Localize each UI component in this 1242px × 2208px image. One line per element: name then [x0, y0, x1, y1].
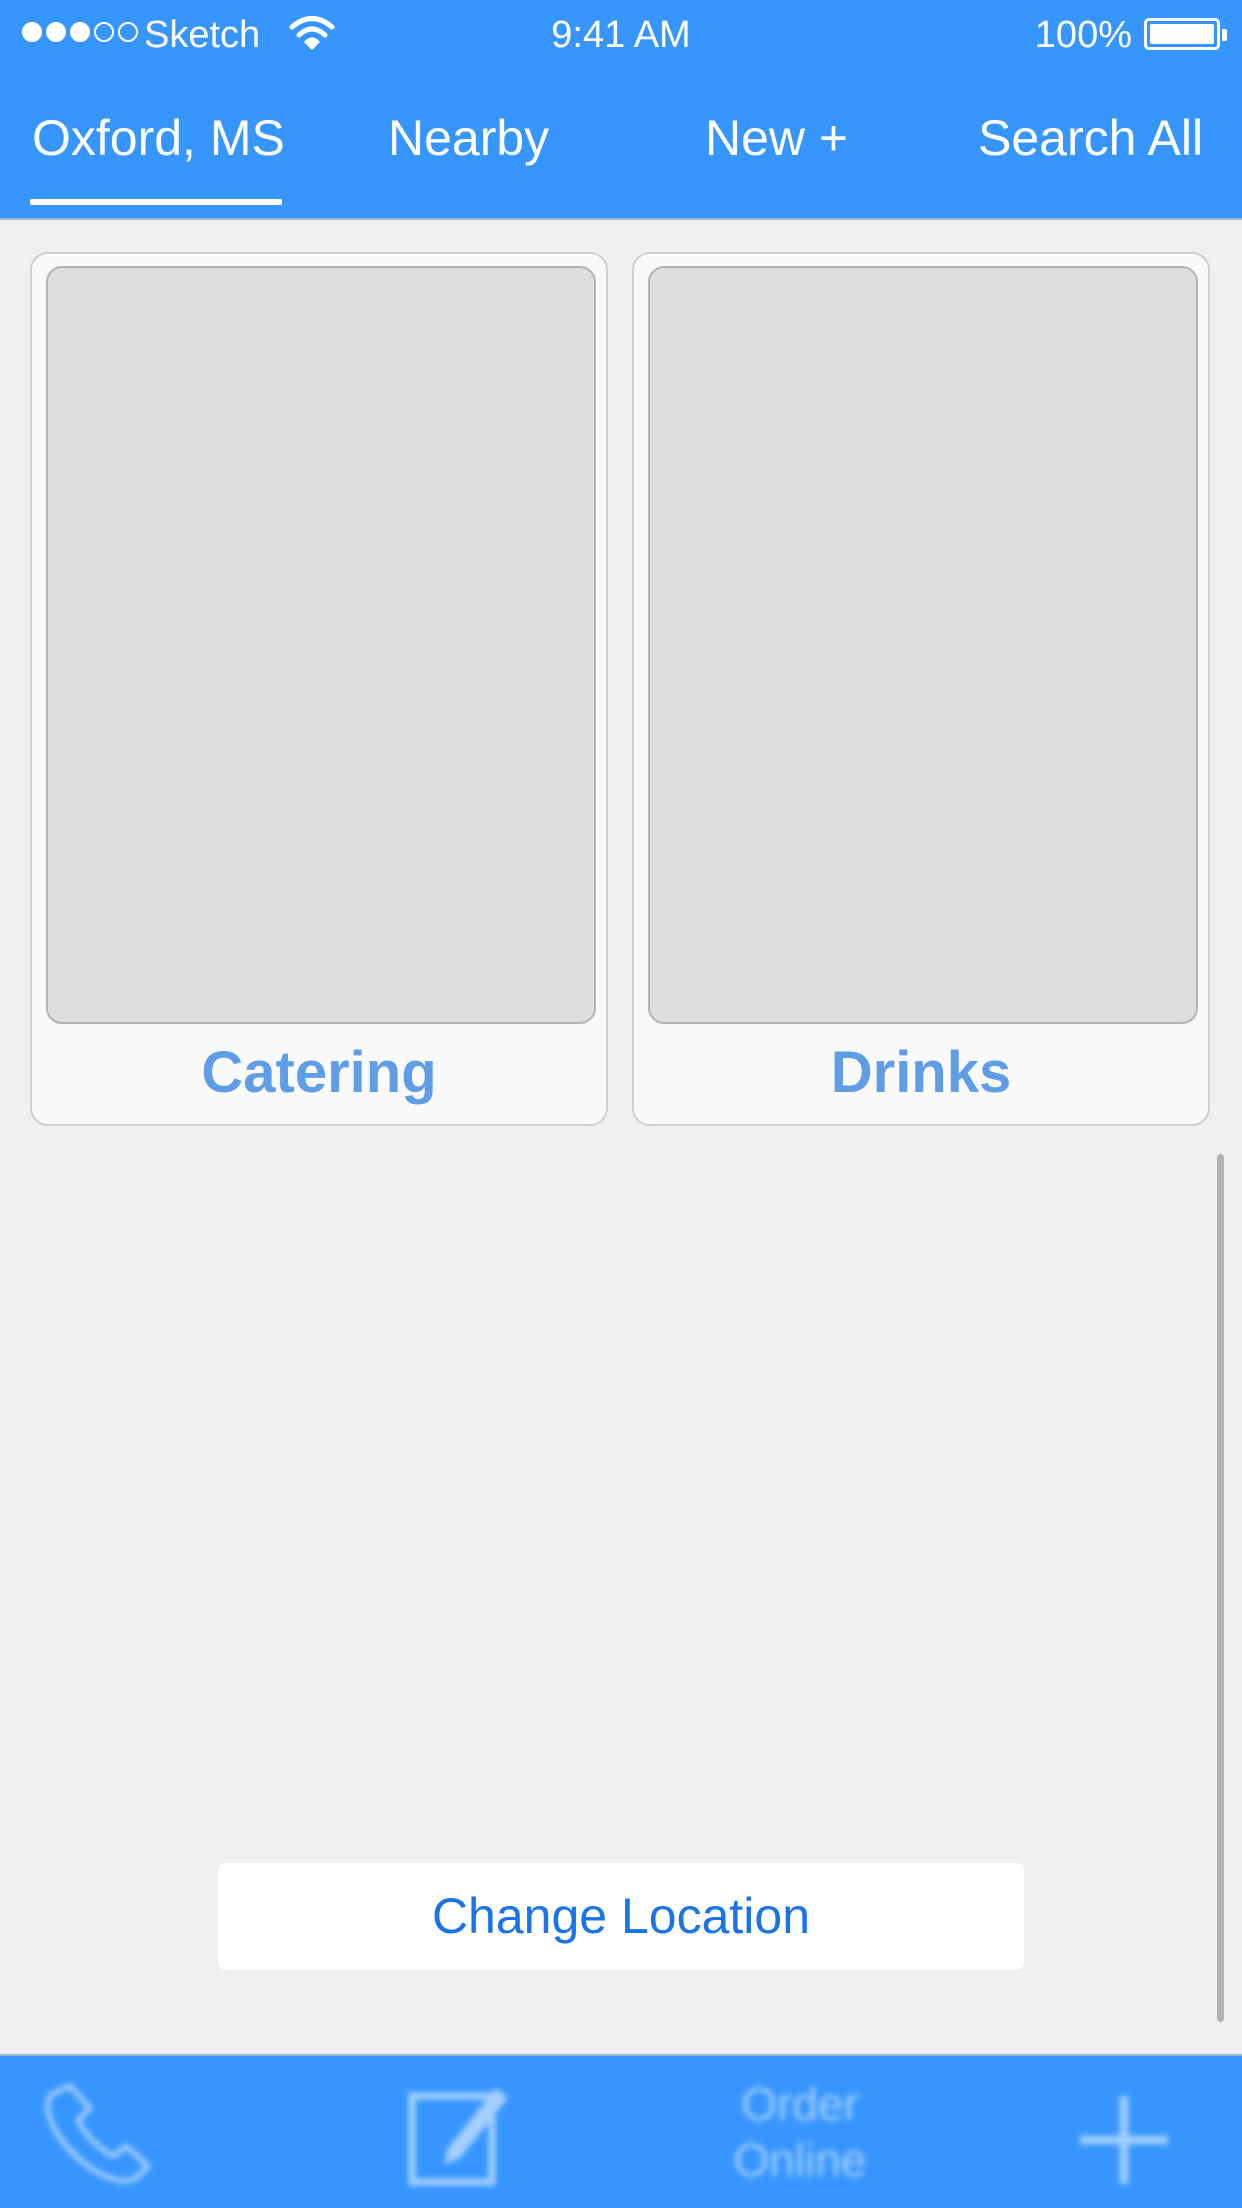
drinks-image-placeholder — [648, 266, 1198, 1024]
plus-icon — [1080, 2096, 1168, 2184]
compose-button[interactable] — [404, 2074, 514, 2190]
battery-fill — [1150, 24, 1214, 44]
drinks-card-label: Drinks — [830, 1040, 1012, 1105]
catering-card-label: Catering — [201, 1040, 437, 1105]
selected-tab-indicator — [30, 199, 282, 205]
top-navigation-header: Sketch 9:41 AM 100% Oxford, MS Nearby Ne… — [0, 0, 1242, 220]
add-button[interactable] — [1076, 2092, 1172, 2188]
catering-card[interactable]: Catering — [30, 252, 608, 1126]
phone-icon — [45, 2083, 151, 2184]
tab-oxford-ms[interactable]: Oxford, MS — [32, 108, 285, 168]
drinks-card[interactable]: Drinks — [632, 252, 1210, 1126]
status-bar: Sketch 9:41 AM 100% — [0, 0, 1242, 70]
tab-search-all[interactable]: Search All — [978, 108, 1203, 168]
order-online-button[interactable]: Order Online — [720, 2076, 880, 2196]
bottom-toolbar: Order Online — [0, 2054, 1242, 2208]
tab-new[interactable]: New + — [705, 108, 848, 168]
vertical-scrollbar[interactable] — [1217, 1154, 1224, 2022]
compose-icon — [408, 2088, 508, 2186]
battery-percentage: 100% — [1034, 14, 1132, 56]
call-button[interactable] — [36, 2082, 166, 2192]
change-location-button[interactable]: Change Location — [218, 1863, 1024, 1970]
catering-image-placeholder — [46, 266, 596, 1024]
battery-icon — [1144, 18, 1227, 50]
tab-nearby[interactable]: Nearby — [388, 108, 549, 168]
battery-terminal — [1222, 29, 1227, 41]
order-online-label-line1: Order — [741, 2078, 859, 2130]
order-online-label-line2: Online — [733, 2134, 867, 2186]
